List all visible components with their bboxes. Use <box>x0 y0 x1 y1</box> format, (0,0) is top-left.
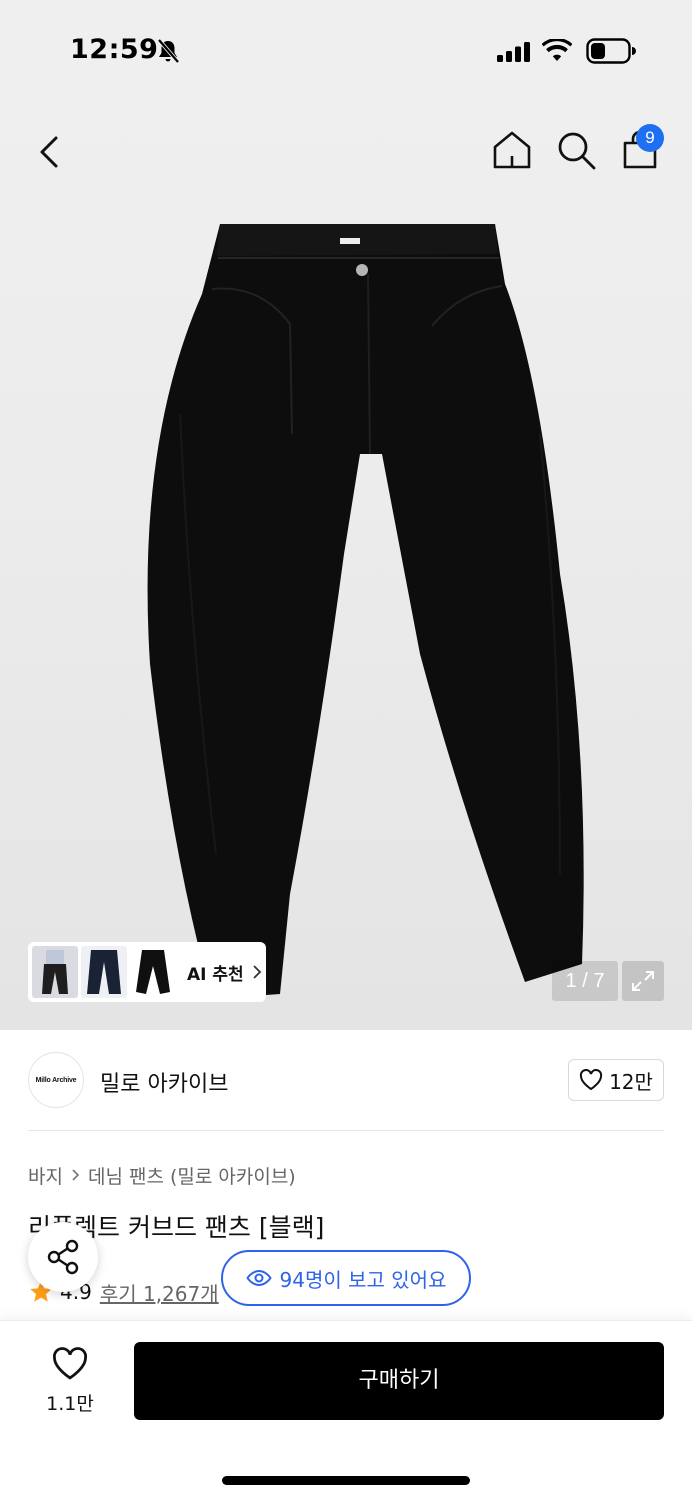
chevron-right-icon <box>72 1169 80 1181</box>
home-indicator <box>222 1476 470 1485</box>
brand-logo[interactable]: Millo Archive <box>28 1052 84 1108</box>
brand-row[interactable]: Millo Archive 밀로 아카이브 12만 <box>28 1052 664 1108</box>
wifi-icon <box>542 39 572 61</box>
product-photo <box>147 224 584 999</box>
heart-icon <box>579 1069 603 1091</box>
product-image-gallery[interactable]: 9 AI 추천 1 / 7 <box>0 104 692 1030</box>
battery-icon <box>586 38 636 64</box>
chevron-right-icon <box>253 965 261 979</box>
search-icon[interactable] <box>554 128 598 172</box>
review-count-link[interactable]: 후기 1,267개 <box>100 1278 219 1307</box>
ai-recommendation-label: AI 추천 <box>187 964 244 985</box>
brand-name[interactable]: 밀로 아카이브 <box>100 1066 228 1098</box>
cart-count-badge: 9 <box>636 124 664 152</box>
heart-icon <box>52 1347 88 1380</box>
breadcrumb: 바지 데님 팬츠 (밀로 아카이브) <box>28 1162 296 1188</box>
ai-thumbnail-2 <box>81 946 127 998</box>
wishlist-button[interactable]: 1.1만 <box>30 1345 110 1421</box>
bell-off-icon <box>157 38 180 64</box>
share-icon <box>47 1239 79 1275</box>
image-page-counter: 1 / 7 <box>552 961 618 1001</box>
brand-like-button[interactable]: 12만 <box>568 1059 664 1101</box>
home-icon[interactable] <box>490 128 534 172</box>
expand-icon[interactable] <box>622 961 664 1001</box>
divider <box>28 1130 664 1131</box>
ai-thumbnail-3 <box>130 946 176 998</box>
breadcrumb-item-denim[interactable]: 데님 팬츠 (밀로 아카이브) <box>88 1162 296 1189</box>
buy-button[interactable]: 구매하기 <box>134 1342 664 1420</box>
eye-icon <box>245 1269 272 1287</box>
ai-recommendation-button[interactable]: AI 추천 <box>28 942 266 1002</box>
ai-thumbnail-1 <box>32 946 78 998</box>
live-viewers-badge: 94명이 보고 있어요 <box>221 1250 471 1306</box>
status-bar: 12:59 <box>0 0 692 104</box>
bottom-action-bar: 1.1만 구매하기 <box>0 1320 692 1500</box>
signal-icon <box>497 42 530 62</box>
back-icon[interactable] <box>30 132 70 172</box>
share-button[interactable] <box>28 1222 98 1292</box>
breadcrumb-item-pants[interactable]: 바지 <box>28 1162 63 1189</box>
live-viewers-text: 94명이 보고 있어요 <box>279 1267 447 1292</box>
status-time: 12:59 <box>70 34 159 65</box>
brand-like-count: 12만 <box>609 1069 653 1094</box>
wishlist-count: 1.1만 <box>46 1393 94 1415</box>
